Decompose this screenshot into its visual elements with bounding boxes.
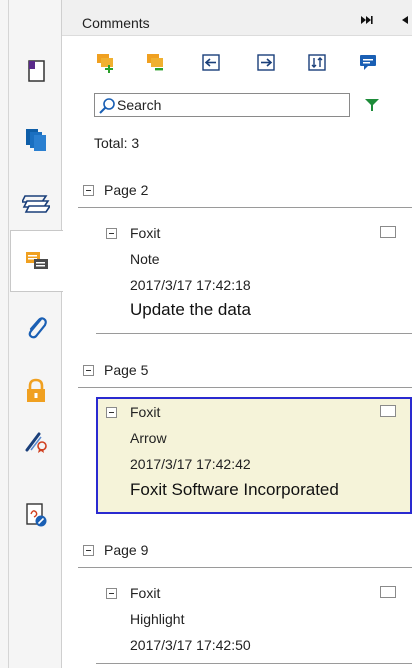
page-label: Page 9 bbox=[104, 542, 149, 558]
expand-left-icon[interactable] bbox=[399, 14, 411, 29]
panel-header: Comments bbox=[62, 0, 412, 36]
comment-item[interactable]: Foxit Highlight 2017/3/17 17:42:50 bbox=[96, 578, 412, 663]
expand-all-button[interactable] bbox=[95, 52, 117, 74]
comment-type: Note bbox=[130, 251, 160, 267]
comment-date: 2017/3/17 17:42:18 bbox=[130, 277, 251, 293]
page-label: Page 2 bbox=[104, 182, 149, 198]
comments-total: Total: 3 bbox=[94, 135, 140, 151]
export-comments-icon bbox=[257, 54, 275, 71]
comment-date: 2017/3/17 17:42:50 bbox=[130, 637, 251, 653]
comment-author: Foxit bbox=[130, 404, 161, 420]
security-icon bbox=[26, 378, 45, 402]
panel-title: Comments bbox=[82, 15, 150, 31]
sort-comments-icon bbox=[308, 54, 326, 71]
search-icon bbox=[99, 98, 115, 114]
comment-collapse-toggle[interactable] bbox=[106, 588, 117, 599]
rail-item-comments[interactable] bbox=[10, 230, 63, 292]
attachments-icon bbox=[28, 317, 47, 339]
collapse-all-button[interactable] bbox=[145, 52, 167, 74]
page-collapse-toggle[interactable] bbox=[83, 185, 94, 196]
import-comments-icon bbox=[202, 54, 220, 71]
page-collapse-toggle[interactable] bbox=[83, 545, 94, 556]
page-label: Page 5 bbox=[104, 362, 149, 378]
comment-divider bbox=[96, 333, 412, 334]
search-box bbox=[94, 93, 350, 117]
search-input[interactable] bbox=[117, 96, 345, 114]
comment-type: Arrow bbox=[130, 430, 167, 446]
comment-author: Foxit bbox=[130, 585, 161, 601]
comment-collapse-toggle[interactable] bbox=[106, 407, 117, 418]
comment-divider bbox=[96, 663, 412, 664]
comment-text: Update the data bbox=[130, 300, 251, 319]
rail-divider-left bbox=[8, 0, 9, 668]
comment-author: Foxit bbox=[130, 225, 161, 241]
rail-item-signatures[interactable] bbox=[10, 410, 61, 472]
sort-comments-button[interactable] bbox=[307, 52, 329, 74]
rail-item-digital-certificates[interactable] bbox=[10, 484, 61, 546]
page-collapse-toggle[interactable] bbox=[83, 365, 94, 376]
comment-type: Highlight bbox=[130, 611, 185, 627]
rail-item-attachments[interactable] bbox=[10, 296, 61, 358]
comment-date: 2017/3/17 17:42:42 bbox=[130, 456, 251, 472]
comment-collapse-toggle[interactable] bbox=[106, 228, 117, 239]
digital-certificate-icon bbox=[25, 503, 46, 527]
navigation-rail bbox=[0, 0, 63, 668]
page-divider bbox=[78, 387, 412, 388]
layers-icon bbox=[21, 195, 50, 213]
signature-icon bbox=[25, 432, 47, 453]
page-divider bbox=[78, 567, 412, 568]
comment-checkbox[interactable] bbox=[380, 226, 396, 238]
comment-options-icon bbox=[360, 55, 376, 70]
comments-toolbar bbox=[62, 52, 412, 78]
comment-text: Foxit Software Incorporated bbox=[130, 480, 339, 499]
page-thumbnail-icon bbox=[27, 60, 45, 82]
comment-item[interactable]: Foxit Note 2017/3/17 17:42:18 Update the… bbox=[96, 218, 412, 328]
rail-item-page-thumbnails[interactable] bbox=[10, 40, 61, 102]
comment-item-selected[interactable]: Foxit Arrow 2017/3/17 17:42:42 Foxit Sof… bbox=[96, 397, 412, 514]
page-divider bbox=[78, 207, 412, 208]
comment-checkbox[interactable] bbox=[380, 586, 396, 598]
pages-icon bbox=[25, 129, 46, 151]
filter-button[interactable] bbox=[364, 97, 380, 113]
filter-icon bbox=[365, 99, 379, 111]
collapse-all-icon bbox=[147, 54, 163, 71]
comments-pane-window: Comments Search Total: 3 Page 2 Foxit No… bbox=[0, 0, 412, 668]
rail-item-layers[interactable] bbox=[10, 170, 61, 232]
import-comments-button[interactable] bbox=[201, 52, 223, 74]
comment-options-button[interactable] bbox=[358, 52, 380, 74]
export-comments-button[interactable] bbox=[256, 52, 278, 74]
expand-all-icon bbox=[97, 54, 113, 73]
comments-icon bbox=[26, 252, 48, 269]
comment-checkbox[interactable] bbox=[380, 405, 396, 417]
rail-item-pages[interactable] bbox=[10, 108, 61, 170]
collapse-panel-icon[interactable] bbox=[360, 14, 374, 29]
comments-panel: Comments Search Total: 3 Page 2 Foxit No… bbox=[62, 0, 412, 668]
